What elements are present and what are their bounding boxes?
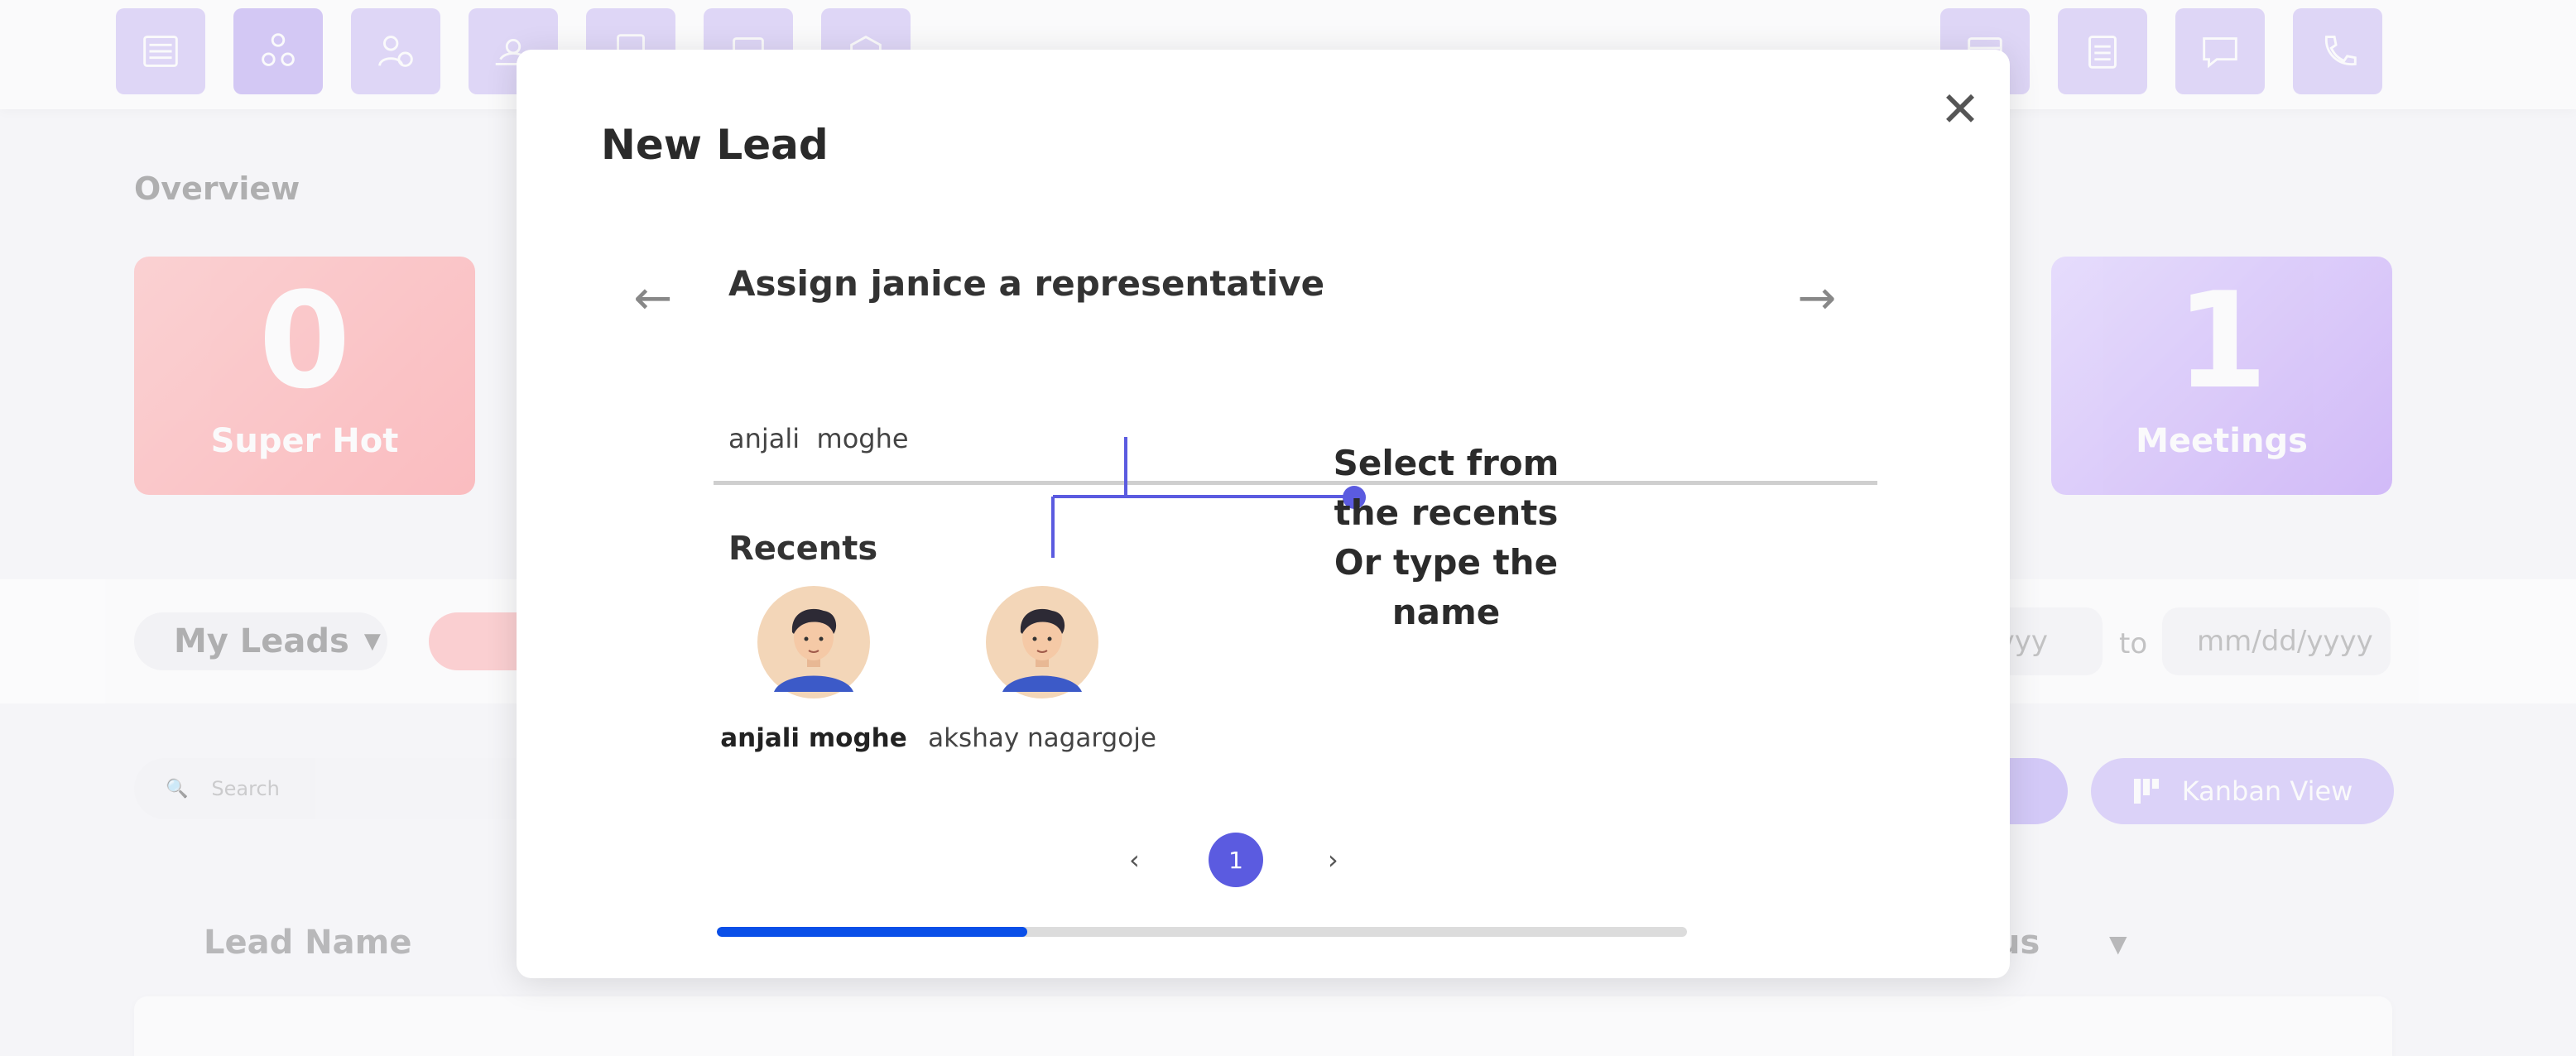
recent-user-anjali-moghe[interactable]: anjali moghe [694, 586, 934, 753]
super-hot-card[interactable]: 0 Super Hot [134, 257, 475, 495]
step-progress-fill [717, 927, 1028, 937]
date-to-label: to [2119, 627, 2148, 660]
hint-text: Select from the recents Or type the name [1326, 439, 1566, 637]
meetings-card[interactable]: 1 Meetings [2051, 257, 2392, 495]
meetings-count: 1 [2175, 263, 2268, 418]
search-input[interactable]: 🔍 Search [134, 758, 548, 819]
team-nav-icon[interactable] [233, 8, 323, 94]
column-header-lead-name[interactable]: Lead Name [204, 924, 411, 962]
clipboard-nav-icon[interactable] [2058, 8, 2147, 94]
date-to-input[interactable]: mm/dd/yyyy [2162, 607, 2391, 675]
my-leads-dropdown[interactable]: My Leads ▼ [134, 612, 387, 670]
next-page-icon[interactable]: › [1328, 844, 1338, 876]
recents-title: Recents [728, 530, 878, 568]
chevron-down-icon: ▼ [363, 629, 381, 654]
recent-user-akshay-nagargoje[interactable]: akshay nagargoje [922, 586, 1162, 753]
avatar-icon [757, 586, 870, 698]
recent-user-name: akshay nagargoje [928, 723, 1156, 753]
hint-line: name [1391, 592, 1501, 632]
new-lead-modal: New Lead ✕ ← Assign janice a representat… [517, 50, 2010, 978]
back-arrow-icon[interactable]: ← [624, 271, 682, 325]
hint-line: the recents [1334, 492, 1559, 533]
hint-line: Select from [1333, 443, 1560, 483]
super-hot-count: 0 [258, 263, 351, 418]
list-nav-icon[interactable] [116, 8, 205, 94]
prev-page-icon[interactable]: ‹ [1129, 844, 1140, 876]
overview-title: Overview [134, 170, 300, 207]
step-progress-bar [717, 927, 1687, 937]
meetings-label: Meetings [2136, 422, 2308, 460]
kanban-view-label: Kanban View [2181, 775, 2353, 807]
phone-nav-icon[interactable] [2293, 8, 2382, 94]
search-placeholder: Search [211, 777, 280, 800]
table-row[interactable] [134, 996, 2392, 1056]
representative-name-input[interactable] [714, 381, 1877, 485]
search-icon: 🔍 [166, 778, 189, 799]
chat-nav-icon[interactable] [2175, 8, 2265, 94]
kanban-icon [2133, 779, 2159, 804]
recent-user-name: anjali moghe [720, 723, 907, 753]
super-hot-label: Super Hot [210, 422, 399, 460]
modal-title: New Lead [601, 121, 829, 169]
forward-arrow-icon[interactable]: → [1788, 271, 1846, 325]
close-icon[interactable]: ✕ [1935, 81, 1985, 137]
my-leads-label: My Leads [174, 622, 349, 660]
step-title: Assign janice a representative [728, 263, 1325, 304]
kanban-view-button[interactable]: Kanban View [2091, 758, 2394, 824]
hint-line: Or type the [1334, 542, 1559, 583]
avatar-icon [986, 586, 1098, 698]
pagination: ‹ 1 › [517, 833, 2010, 890]
user-clock-nav-icon[interactable] [351, 8, 440, 94]
chevron-down-icon[interactable]: ▼ [2109, 930, 2127, 958]
page-number-current[interactable]: 1 [1209, 833, 1263, 887]
